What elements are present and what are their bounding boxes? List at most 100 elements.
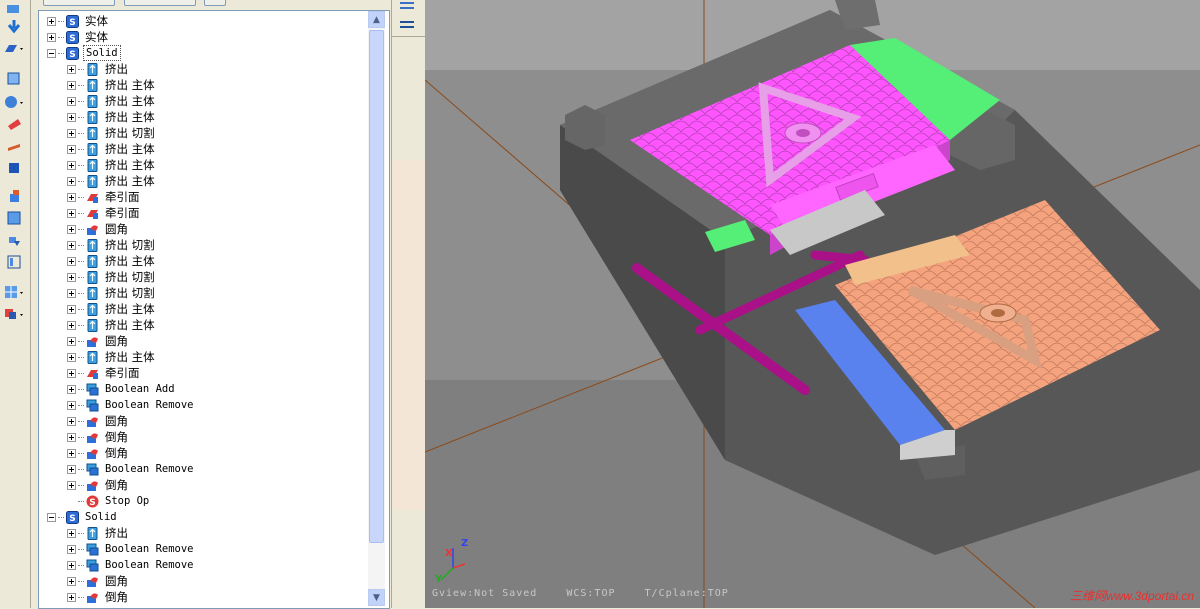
move-down-icon[interactable] <box>2 16 26 36</box>
tree-item[interactable]: 挤出 主体 <box>67 141 157 157</box>
extrude-op-icon <box>86 94 99 108</box>
expand-icon[interactable] <box>67 352 76 362</box>
menu-lines-icon[interactable] <box>398 18 416 32</box>
expand-icon[interactable] <box>67 448 76 458</box>
tree-tab-button-2[interactable] <box>124 0 196 6</box>
expand-icon[interactable] <box>67 160 76 170</box>
extrude-icon[interactable] <box>2 68 26 88</box>
draft-op-icon <box>86 191 99 204</box>
expand-icon[interactable] <box>67 224 76 234</box>
expand-icon[interactable] <box>67 208 76 218</box>
tree-item[interactable]: 挤出 主体 <box>67 93 157 109</box>
tree-item[interactable]: S 实体 <box>47 29 110 45</box>
expand-icon[interactable] <box>47 32 56 42</box>
expand-icon[interactable] <box>67 528 76 538</box>
expand-icon[interactable] <box>67 544 76 554</box>
tree-item[interactable]: 倒角 <box>67 589 130 605</box>
tree-item[interactable]: 挤出 切割 <box>67 237 157 253</box>
expand-icon[interactable] <box>67 288 76 298</box>
tree-item[interactable]: 挤出 主体 <box>67 301 157 317</box>
expand-icon[interactable] <box>67 80 76 90</box>
tree-item[interactable]: Boolean Remove <box>67 461 196 477</box>
tree-item[interactable]: 挤出 <box>67 525 130 541</box>
expand-icon[interactable] <box>67 592 76 602</box>
tree-item[interactable]: 挤出 主体 <box>67 157 157 173</box>
tree-item[interactable]: 挤出 主体 <box>67 317 157 333</box>
tree-item[interactable]: 挤出 主体 <box>67 77 157 93</box>
expand-icon[interactable] <box>67 336 76 346</box>
revolve-dropdown-icon[interactable] <box>2 92 26 112</box>
tree-item[interactable]: S Solid <box>47 509 119 525</box>
expand-icon[interactable] <box>67 64 76 74</box>
tree-item[interactable]: 挤出 主体 <box>67 253 157 269</box>
layout-icon[interactable] <box>2 252 26 272</box>
tree-tab-button-3[interactable] <box>204 0 226 6</box>
tree-item[interactable]: 倒角 <box>67 429 130 445</box>
expand-icon[interactable] <box>67 192 76 202</box>
sweep-icon[interactable] <box>2 114 26 134</box>
expand-icon[interactable] <box>67 112 76 122</box>
tree-item[interactable]: 挤出 主体 <box>67 109 157 125</box>
expand-icon[interactable] <box>67 176 76 186</box>
tree-item[interactable]: S Stop Op <box>67 493 151 509</box>
tree-scrollbar[interactable]: ▲ ▼ <box>368 11 385 606</box>
trim-icon[interactable] <box>2 208 26 228</box>
collapse-icon[interactable] <box>47 512 56 522</box>
scroll-down-button[interactable]: ▼ <box>368 589 385 606</box>
tree-tab-button-1[interactable] <box>43 0 115 6</box>
tree-item[interactable]: 倒角 <box>67 445 130 461</box>
extrude-op-icon <box>86 142 99 156</box>
expand-icon[interactable] <box>67 256 76 266</box>
tree-item[interactable]: 挤出 <box>67 61 130 77</box>
box-icon[interactable] <box>2 158 26 178</box>
scroll-up-button[interactable]: ▲ <box>368 11 385 28</box>
expand-icon[interactable] <box>67 240 76 250</box>
expand-icon[interactable] <box>67 432 76 442</box>
expand-icon[interactable] <box>67 384 76 394</box>
expand-icon[interactable] <box>67 96 76 106</box>
tree-item[interactable]: S 实体 <box>47 13 110 29</box>
tree-item[interactable]: Boolean Add <box>67 381 177 397</box>
expand-icon[interactable] <box>47 16 56 26</box>
tree-item[interactable]: 牵引面 <box>67 189 142 205</box>
solid-dropdown-icon[interactable] <box>2 38 26 58</box>
scroll-thumb[interactable] <box>369 30 384 543</box>
expand-icon[interactable] <box>67 400 76 410</box>
expand-icon[interactable] <box>67 368 76 378</box>
boolean-icon[interactable] <box>2 230 26 250</box>
tree-item[interactable]: 挤出 切割 <box>67 125 157 141</box>
expand-icon[interactable] <box>67 560 76 570</box>
expand-icon[interactable] <box>67 144 76 154</box>
expand-icon[interactable] <box>67 464 76 474</box>
expand-icon[interactable] <box>67 320 76 330</box>
tree-item[interactable]: 圆角 <box>67 413 130 429</box>
tree-item[interactable]: 圆角 <box>67 333 130 349</box>
tree-item[interactable]: 圆角 <box>67 221 130 237</box>
tree-item[interactable]: 挤出 切割 <box>67 285 157 301</box>
tree-item[interactable]: 倒角 <box>67 477 130 493</box>
tree-item[interactable]: 牵引面 <box>67 365 142 381</box>
tree-item[interactable]: S Solid <box>47 45 121 61</box>
expand-icon[interactable] <box>67 128 76 138</box>
expand-icon[interactable] <box>67 480 76 490</box>
tree-item[interactable]: 圆角 <box>67 573 130 589</box>
tree-item[interactable]: Boolean Remove <box>67 397 196 413</box>
list-view-icon[interactable] <box>398 0 416 14</box>
graphics-viewport[interactable]: Z X Y <box>425 0 1200 608</box>
tree-item[interactable]: 挤出 切割 <box>67 269 157 285</box>
tree-item[interactable]: 挤出 主体 <box>67 173 157 189</box>
expand-icon[interactable] <box>67 304 76 314</box>
shell-icon[interactable] <box>2 186 26 206</box>
tree-item[interactable]: Boolean Remove <box>67 557 196 573</box>
tree-item[interactable]: Boolean Remove <box>67 541 196 557</box>
expand-icon[interactable] <box>67 416 76 426</box>
expand-icon[interactable] <box>67 272 76 282</box>
expand-icon[interactable] <box>67 576 76 586</box>
collapse-icon[interactable] <box>47 48 56 58</box>
feature-dropdown-icon[interactable] <box>2 304 26 324</box>
loft-icon[interactable] <box>2 136 26 156</box>
tree-item[interactable]: 挤出 主体 <box>67 349 157 365</box>
svg-text:S: S <box>89 498 95 508</box>
tree-item[interactable]: 牵引面 <box>67 205 142 221</box>
grid-dropdown-icon[interactable] <box>2 282 26 302</box>
